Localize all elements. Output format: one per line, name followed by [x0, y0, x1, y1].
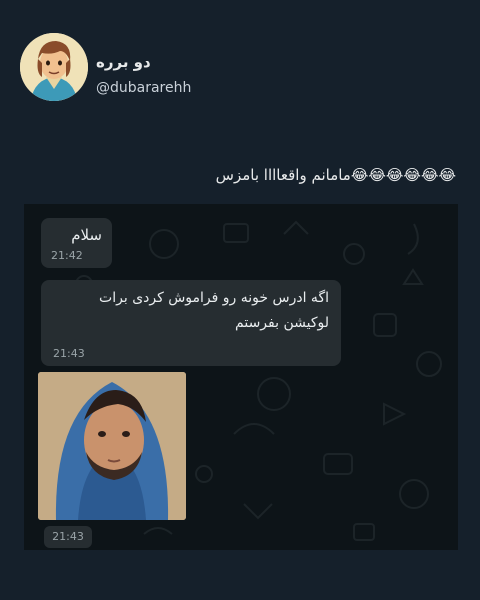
author-display-name[interactable]: دو برره [96, 53, 151, 71]
man-in-blue-headscarf-photo [38, 372, 186, 520]
message-bubble[interactable]: سلام 21:42 [41, 218, 112, 268]
message-time: 21:43 [53, 347, 85, 360]
chat-screenshot: سلام 21:42 اگه ادرس خونه رو فراموش کردی … [24, 204, 458, 550]
avatar[interactable] [20, 33, 88, 101]
image-message[interactable] [38, 372, 186, 520]
message-bubble[interactable]: اگه ادرس خونه رو فراموش کردی برات لوکیشن… [41, 280, 341, 366]
message-text: سلام [71, 226, 102, 244]
tweet-text: 😂😂😂😂😂😂مامانم واقعاااا بامزس [215, 166, 456, 184]
author-handle[interactable]: @dubararehh [96, 80, 191, 96]
message-time: 21:43 [44, 526, 92, 548]
message-text: اگه ادرس خونه رو فراموش کردی برات لوکیشن… [99, 290, 329, 331]
message-time: 21:42 [51, 249, 83, 262]
avatar-cartoon-face-image [20, 33, 88, 101]
